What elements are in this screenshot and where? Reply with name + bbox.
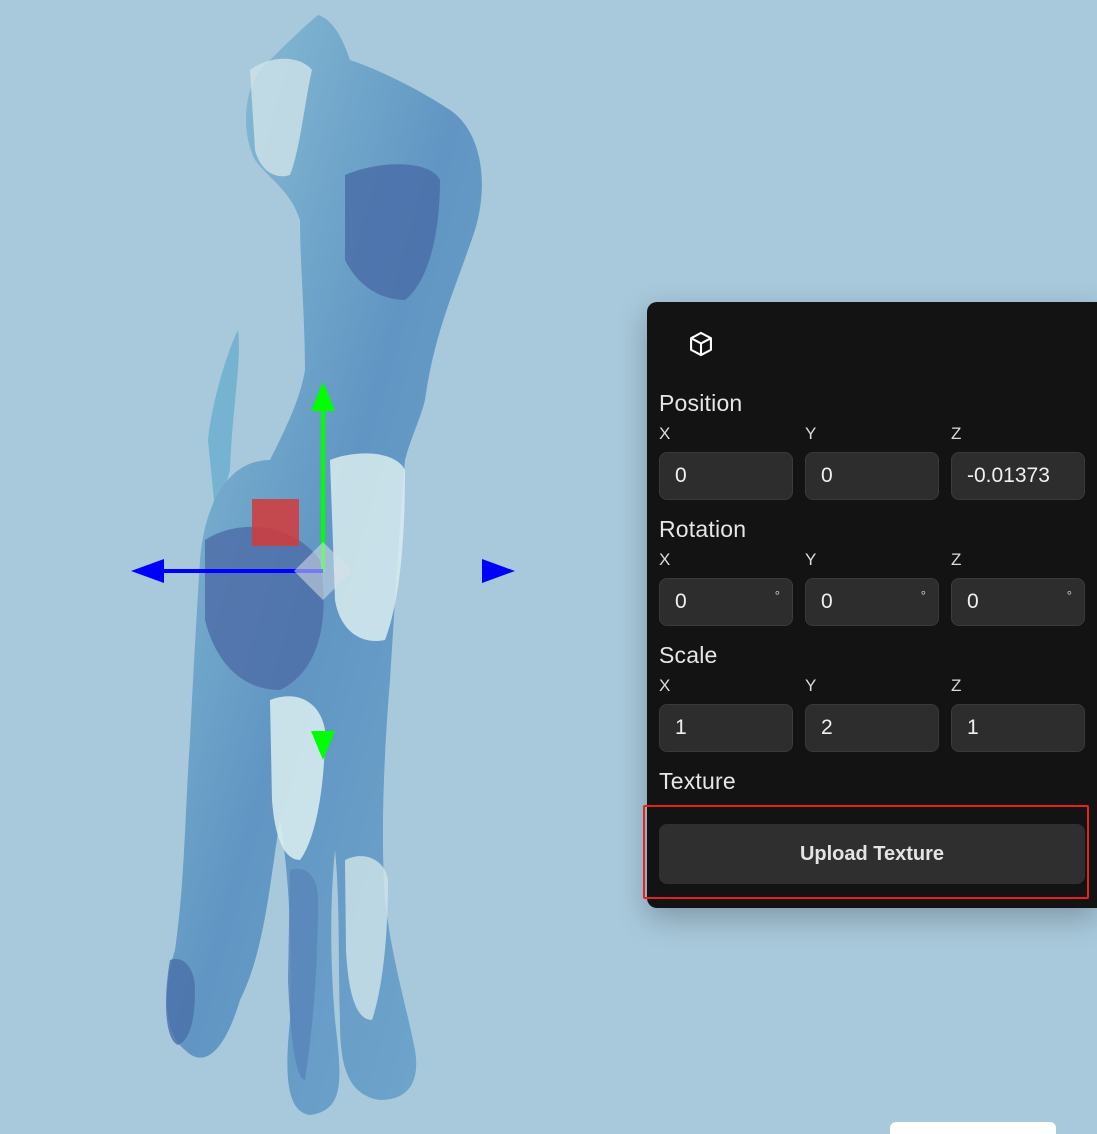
scale-z-label: Z xyxy=(951,676,962,695)
position-x-input[interactable]: 0 xyxy=(659,452,793,500)
rotation-y-value: 0 xyxy=(821,590,833,613)
degree-unit: ° xyxy=(774,588,780,603)
highlight-box xyxy=(643,805,1089,899)
rotation-y-input[interactable]: 0 ° xyxy=(805,578,939,626)
degree-unit: ° xyxy=(1066,588,1072,603)
rotation-title: Rotation xyxy=(659,516,747,542)
position-y-label: Y xyxy=(805,424,817,443)
x-axis-arrow-left-icon xyxy=(131,559,164,583)
scale-x-input[interactable]: 1 xyxy=(659,704,793,752)
xy-plane-handle xyxy=(252,499,299,546)
position-z-label: Z xyxy=(951,424,962,443)
texture-title: Texture xyxy=(659,768,736,794)
rotation-z-input[interactable]: 0 ° xyxy=(951,578,1085,626)
rotation-x-value: 0 xyxy=(675,590,687,613)
degree-unit: ° xyxy=(920,588,926,603)
scale-x-label: X xyxy=(659,676,671,695)
rotation-z-value: 0 xyxy=(967,590,979,613)
scale-z-input[interactable]: 1 xyxy=(951,704,1085,752)
rotation-y-label: Y xyxy=(805,550,817,569)
rotation-z-label: Z xyxy=(951,550,962,569)
scale-y-label: Y xyxy=(805,676,817,695)
position-y-input[interactable]: 0 xyxy=(805,452,939,500)
position-x-label: X xyxy=(659,424,671,443)
rotation-x-label: X xyxy=(659,550,671,569)
position-z-input[interactable]: -0.01373 xyxy=(951,452,1085,500)
x-axis-arrow-right-icon xyxy=(482,559,515,583)
scale-title: Scale xyxy=(659,642,718,668)
rotation-x-input[interactable]: 0 ° xyxy=(659,578,793,626)
position-title: Position xyxy=(659,390,743,416)
scale-y-input[interactable]: 2 xyxy=(805,704,939,752)
cube-icon xyxy=(690,331,712,357)
bottom-corner-chip xyxy=(890,1122,1056,1134)
